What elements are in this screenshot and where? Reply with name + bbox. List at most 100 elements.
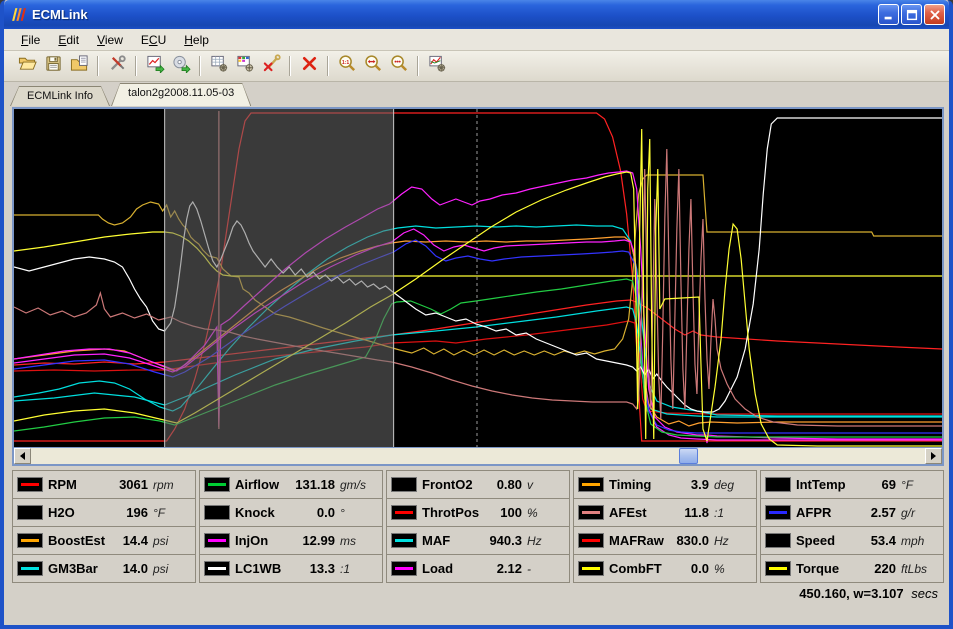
menu-help[interactable]: Help: [175, 31, 218, 49]
channel-color-swatch: [204, 505, 230, 520]
status-time: 450.160, w=3.107: [799, 586, 903, 601]
channel-name: FrontO2: [422, 477, 492, 492]
channel-cell-h2o[interactable]: H2O196°F: [12, 498, 196, 527]
table-config-icon: [210, 54, 229, 78]
window-title: ECMLink: [32, 7, 878, 22]
channel-value: 0.0: [317, 505, 335, 520]
toolbar-button-open-log[interactable]: [14, 54, 40, 78]
channel-cell-afest[interactable]: AFEst11.8:1: [573, 498, 757, 527]
channel-cell-load[interactable]: Load2.12-: [386, 554, 570, 583]
channel-name: RPM: [48, 477, 114, 492]
toolbar-button-clear-config[interactable]: [258, 54, 284, 78]
export-disc-icon: [172, 54, 191, 78]
toolbar-button-zoom-fit-width[interactable]: [360, 54, 386, 78]
menu-edit[interactable]: Edit: [49, 31, 88, 49]
toolbar-button-zoom-one-to-one[interactable]: 1:1: [334, 54, 360, 78]
channel-unit: v: [527, 478, 564, 492]
menu-view[interactable]: View: [88, 31, 132, 49]
selection-region[interactable]: [165, 109, 394, 447]
channel-name: GM3Bar: [48, 561, 118, 576]
channel-value: 220: [874, 561, 896, 576]
channel-unit: °: [340, 506, 377, 520]
toolbar-separator: [327, 56, 329, 76]
tools-config-icon: [108, 54, 127, 78]
channel-value: 196: [126, 505, 148, 520]
left-arrow-icon: [16, 452, 25, 460]
graph-scrollbar[interactable]: [14, 447, 942, 464]
channel-cell-maf[interactable]: MAF940.3Hz: [386, 526, 570, 555]
channel-cell-torque[interactable]: Torque220ftLbs: [760, 554, 944, 583]
tab-talon2g2008-11-05-03[interactable]: talon2g2008.11.05-03: [111, 83, 251, 106]
toolbar-button-table-config[interactable]: [206, 54, 232, 78]
channel-cell-airflow[interactable]: Airflow131.18gm/s: [199, 470, 383, 499]
channel-cell-injon[interactable]: InjOn12.99ms: [199, 526, 383, 555]
menu-file[interactable]: File: [12, 31, 49, 49]
scrollbar-track[interactable]: [31, 448, 925, 464]
channel-column: IntTemp69°FAFPR2.57g/rSpeed53.4mphTorque…: [760, 470, 944, 583]
channel-value: 0.0: [691, 561, 709, 576]
channel-name: AFEst: [609, 505, 679, 520]
channel-cell-fronto2[interactable]: FrontO2 0.80 v: [386, 470, 570, 499]
channel-color-swatch: [765, 505, 791, 520]
tab-ecmlink-info[interactable]: ECMLink Info: [10, 86, 110, 106]
graph-background: [14, 109, 942, 447]
open-log-icon: [18, 54, 37, 78]
channel-value: 14.4: [123, 533, 148, 548]
channel-cell-speed[interactable]: Speed53.4mph: [760, 526, 944, 555]
channel-cell-rpm[interactable]: RPM3061rpm: [12, 470, 196, 499]
channel-column: Airflow131.18gm/sKnock0.0°InjOn12.99msLC…: [199, 470, 383, 583]
channel-cell-afpr[interactable]: AFPR2.57g/r: [760, 498, 944, 527]
toolbar-button-export-disc[interactable]: [168, 54, 194, 78]
channel-color-swatch: [578, 505, 604, 520]
channel-unit: :1: [714, 506, 751, 520]
log-graph[interactable]: [14, 109, 942, 447]
channel-unit: g/r: [901, 506, 938, 520]
channel-cell-knock[interactable]: Knock0.0°: [199, 498, 383, 527]
channel-cell-lc1wb[interactable]: LC1WB13.3:1: [199, 554, 383, 583]
maximize-button[interactable]: [901, 4, 922, 25]
channel-name: BoostEst: [48, 533, 118, 548]
channel-cell-throtpos[interactable]: ThrotPos100%: [386, 498, 570, 527]
menu-bar: FileEditViewECUHelp: [4, 29, 949, 51]
channel-cell-combft[interactable]: CombFT0.0%: [573, 554, 757, 583]
channel-name: Load: [422, 561, 492, 576]
channel-cell-mafraw[interactable]: MAFRaw830.0Hz: [573, 526, 757, 555]
channel-cell-boostest[interactable]: BoostEst 14.4 psi: [12, 526, 196, 555]
channel-cell-gm3bar[interactable]: GM3Bar14.0psi: [12, 554, 196, 583]
channel-unit: psi: [153, 534, 190, 548]
channel-unit: %: [527, 506, 564, 520]
channel-unit: psi: [153, 562, 190, 576]
toolbar-button-zoom-custom[interactable]: [386, 54, 412, 78]
toolbar-button-graph-settings[interactable]: [424, 54, 450, 78]
channel-value: 53.4: [871, 533, 896, 548]
channel-column: FrontO2 0.80 v ThrotPos100%MAF940.3HzLoad2.…: [386, 470, 570, 583]
channel-cell-timing[interactable]: Timing3.9deg: [573, 470, 757, 499]
channel-name: Torque: [796, 561, 869, 576]
channel-color-swatch: [204, 477, 230, 492]
channel-color-swatch: [17, 477, 43, 492]
toolbar-button-tools-config[interactable]: [104, 54, 130, 78]
channel-color-swatch: [17, 505, 43, 520]
scrollbar-thumb[interactable]: [679, 448, 698, 464]
channel-value: 0.80: [497, 477, 522, 492]
channel-unit: °F: [153, 506, 190, 520]
channel-cell-inttemp[interactable]: IntTemp69°F: [760, 470, 944, 499]
channel-unit: Hz: [714, 534, 751, 548]
toolbar-button-display-config[interactable]: [232, 54, 258, 78]
toolbar-separator: [97, 56, 99, 76]
right-arrow-icon: [931, 452, 940, 460]
scroll-right-button[interactable]: [925, 448, 942, 464]
channel-color-swatch: [578, 477, 604, 492]
menu-ecu[interactable]: ECU: [132, 31, 175, 49]
channel-value: 3.9: [691, 477, 709, 492]
toolbar-button-save-log[interactable]: [40, 54, 66, 78]
channel-name: Speed: [796, 533, 866, 548]
close-button[interactable]: [924, 4, 945, 25]
channel-unit: :1: [340, 562, 377, 576]
scroll-left-button[interactable]: [14, 448, 31, 464]
minimize-button[interactable]: [878, 4, 899, 25]
toolbar-button-open-folder-log[interactable]: [66, 54, 92, 78]
toolbar-button-export-chart[interactable]: [142, 54, 168, 78]
channel-value: 3061: [119, 477, 148, 492]
toolbar-button-delete-selection[interactable]: [296, 54, 322, 78]
